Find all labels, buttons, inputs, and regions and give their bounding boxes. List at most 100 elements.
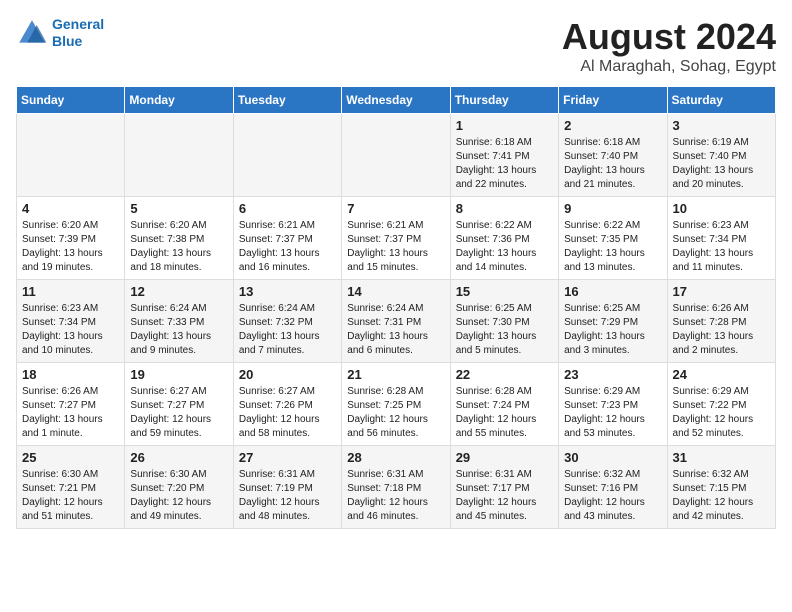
calendar-cell	[17, 114, 125, 197]
day-content: Sunrise: 6:24 AM Sunset: 7:33 PM Dayligh…	[130, 302, 227, 358]
day-content: Sunrise: 6:31 AM Sunset: 7:19 PM Dayligh…	[239, 468, 336, 524]
day-number: 4	[22, 201, 119, 216]
calendar-cell: 31Sunrise: 6:32 AM Sunset: 7:15 PM Dayli…	[667, 446, 775, 529]
calendar-cell	[342, 114, 450, 197]
header-day-tuesday: Tuesday	[233, 87, 341, 114]
day-number: 22	[456, 367, 553, 382]
header-day-friday: Friday	[559, 87, 667, 114]
day-content: Sunrise: 6:23 AM Sunset: 7:34 PM Dayligh…	[22, 302, 119, 358]
day-number: 13	[239, 284, 336, 299]
calendar-cell: 21 Sunrise: 6:28 AM Sunset: 7:25 PM Dayli…	[342, 363, 450, 446]
day-content: Sunrise: 6:19 AM Sunset: 7:40 PM Dayligh…	[673, 136, 770, 192]
calendar-cell: 15Sunrise: 6:25 AM Sunset: 7:30 PM Dayli…	[450, 280, 558, 363]
calendar-cell	[233, 114, 341, 197]
day-number: 9	[564, 201, 661, 216]
day-content: Sunrise: 6:28 AM Sunset: 7:25 PM Dayligh…	[347, 385, 444, 441]
day-content: Sunrise: 6:31 AM Sunset: 7:17 PM Dayligh…	[456, 468, 553, 524]
calendar-cell: 2 Sunrise: 6:18 AM Sunset: 7:40 PM Daylig…	[559, 114, 667, 197]
header-day-wednesday: Wednesday	[342, 87, 450, 114]
day-number: 21	[347, 367, 444, 382]
day-number: 11	[22, 284, 119, 299]
calendar-week-row: 11 Sunrise: 6:23 AM Sunset: 7:34 PM Dayli…	[17, 280, 776, 363]
calendar-week-row: 25 Sunrise: 6:30 AM Sunset: 7:21 PM Dayli…	[17, 446, 776, 529]
header-day-monday: Monday	[125, 87, 233, 114]
day-content: Sunrise: 6:29 AM Sunset: 7:22 PM Dayligh…	[673, 385, 770, 441]
calendar-cell: 14Sunrise: 6:24 AM Sunset: 7:31 PM Dayli…	[342, 280, 450, 363]
calendar-cell: 20 Sunrise: 6:27 AM Sunset: 7:26 PM Dayli…	[233, 363, 341, 446]
day-number: 2	[564, 118, 661, 133]
day-number: 7	[347, 201, 444, 216]
day-content: Sunrise: 6:20 AM Sunset: 7:38 PM Dayligh…	[130, 219, 227, 275]
day-content: Sunrise: 6:30 AM Sunset: 7:20 PM Dayligh…	[130, 468, 227, 524]
day-content: Sunrise: 6:22 AM Sunset: 7:36 PM Dayligh…	[456, 219, 553, 275]
header-day-sunday: Sunday	[17, 87, 125, 114]
day-content: Sunrise: 6:32 AM Sunset: 7:16 PM Dayligh…	[564, 468, 661, 524]
calendar-cell: 24 Sunrise: 6:29 AM Sunset: 7:22 PM Dayli…	[667, 363, 775, 446]
day-content: Sunrise: 6:20 AM Sunset: 7:39 PM Dayligh…	[22, 219, 119, 275]
calendar-cell: 26Sunrise: 6:30 AM Sunset: 7:20 PM Dayli…	[125, 446, 233, 529]
calendar-cell: 22 Sunrise: 6:28 AM Sunset: 7:24 PM Dayli…	[450, 363, 558, 446]
calendar-subtitle: Al Maraghah, Sohag, Egypt	[562, 58, 776, 76]
calendar-cell: 3 Sunrise: 6:19 AM Sunset: 7:40 PM Daylig…	[667, 114, 775, 197]
day-number: 3	[673, 118, 770, 133]
calendar-week-row: 18Sunrise: 6:26 AM Sunset: 7:27 PM Dayli…	[17, 363, 776, 446]
calendar-cell: 13 Sunrise: 6:24 AM Sunset: 7:32 PM Dayli…	[233, 280, 341, 363]
calendar-cell: 4 Sunrise: 6:20 AM Sunset: 7:39 PM Daylig…	[17, 197, 125, 280]
day-content: Sunrise: 6:30 AM Sunset: 7:21 PM Dayligh…	[22, 468, 119, 524]
day-content: Sunrise: 6:24 AM Sunset: 7:32 PM Dayligh…	[239, 302, 336, 358]
day-number: 16	[564, 284, 661, 299]
calendar-cell: 16Sunrise: 6:25 AM Sunset: 7:29 PM Dayli…	[559, 280, 667, 363]
calendar-cell: 12Sunrise: 6:24 AM Sunset: 7:33 PM Dayli…	[125, 280, 233, 363]
day-content: Sunrise: 6:31 AM Sunset: 7:18 PM Dayligh…	[347, 468, 444, 524]
day-content: Sunrise: 6:32 AM Sunset: 7:15 PM Dayligh…	[673, 468, 770, 524]
calendar-header-row: SundayMondayTuesdayWednesdayThursdayFrid…	[17, 87, 776, 114]
day-content: Sunrise: 6:26 AM Sunset: 7:28 PM Dayligh…	[673, 302, 770, 358]
day-content: Sunrise: 6:21 AM Sunset: 7:37 PM Dayligh…	[347, 219, 444, 275]
calendar-cell: 25 Sunrise: 6:30 AM Sunset: 7:21 PM Dayli…	[17, 446, 125, 529]
day-content: Sunrise: 6:22 AM Sunset: 7:35 PM Dayligh…	[564, 219, 661, 275]
calendar-cell: 5 Sunrise: 6:20 AM Sunset: 7:38 PM Daylig…	[125, 197, 233, 280]
logo-icon	[16, 17, 48, 49]
calendar-cell: 1 Sunrise: 6:18 AM Sunset: 7:41 PM Daylig…	[450, 114, 558, 197]
logo: General Blue	[16, 16, 104, 50]
calendar-cell: 18Sunrise: 6:26 AM Sunset: 7:27 PM Dayli…	[17, 363, 125, 446]
day-number: 5	[130, 201, 227, 216]
calendar-cell: 27 Sunrise: 6:31 AM Sunset: 7:19 PM Dayli…	[233, 446, 341, 529]
calendar-cell: 17 Sunrise: 6:26 AM Sunset: 7:28 PM Dayli…	[667, 280, 775, 363]
day-number: 29	[456, 450, 553, 465]
day-number: 17	[673, 284, 770, 299]
calendar-title: August 2024	[562, 16, 776, 58]
day-number: 15	[456, 284, 553, 299]
calendar-table: SundayMondayTuesdayWednesdayThursdayFrid…	[16, 86, 776, 529]
day-content: Sunrise: 6:21 AM Sunset: 7:37 PM Dayligh…	[239, 219, 336, 275]
logo-text: General Blue	[52, 16, 104, 50]
calendar-week-row: 4 Sunrise: 6:20 AM Sunset: 7:39 PM Daylig…	[17, 197, 776, 280]
day-content: Sunrise: 6:18 AM Sunset: 7:41 PM Dayligh…	[456, 136, 553, 192]
day-number: 1	[456, 118, 553, 133]
calendar-cell: 11 Sunrise: 6:23 AM Sunset: 7:34 PM Dayli…	[17, 280, 125, 363]
day-number: 25	[22, 450, 119, 465]
calendar-cell: 28Sunrise: 6:31 AM Sunset: 7:18 PM Dayli…	[342, 446, 450, 529]
day-content: Sunrise: 6:18 AM Sunset: 7:40 PM Dayligh…	[564, 136, 661, 192]
day-content: Sunrise: 6:29 AM Sunset: 7:23 PM Dayligh…	[564, 385, 661, 441]
calendar-body: 1 Sunrise: 6:18 AM Sunset: 7:41 PM Daylig…	[17, 114, 776, 529]
calendar-cell	[125, 114, 233, 197]
calendar-cell: 29 Sunrise: 6:31 AM Sunset: 7:17 PM Dayli…	[450, 446, 558, 529]
page-header: General Blue August 2024 Al Maraghah, So…	[16, 16, 776, 76]
day-number: 20	[239, 367, 336, 382]
day-number: 18	[22, 367, 119, 382]
day-number: 6	[239, 201, 336, 216]
day-content: Sunrise: 6:28 AM Sunset: 7:24 PM Dayligh…	[456, 385, 553, 441]
day-number: 23	[564, 367, 661, 382]
day-number: 27	[239, 450, 336, 465]
day-content: Sunrise: 6:23 AM Sunset: 7:34 PM Dayligh…	[673, 219, 770, 275]
calendar-week-row: 1 Sunrise: 6:18 AM Sunset: 7:41 PM Daylig…	[17, 114, 776, 197]
day-content: Sunrise: 6:27 AM Sunset: 7:27 PM Dayligh…	[130, 385, 227, 441]
calendar-cell: 23 Sunrise: 6:29 AM Sunset: 7:23 PM Dayli…	[559, 363, 667, 446]
calendar-cell: 6 Sunrise: 6:21 AM Sunset: 7:37 PM Daylig…	[233, 197, 341, 280]
calendar-cell: 19 Sunrise: 6:27 AM Sunset: 7:27 PM Dayli…	[125, 363, 233, 446]
calendar-cell: 7 Sunrise: 6:21 AM Sunset: 7:37 PM Daylig…	[342, 197, 450, 280]
day-content: Sunrise: 6:27 AM Sunset: 7:26 PM Dayligh…	[239, 385, 336, 441]
day-number: 19	[130, 367, 227, 382]
day-number: 24	[673, 367, 770, 382]
